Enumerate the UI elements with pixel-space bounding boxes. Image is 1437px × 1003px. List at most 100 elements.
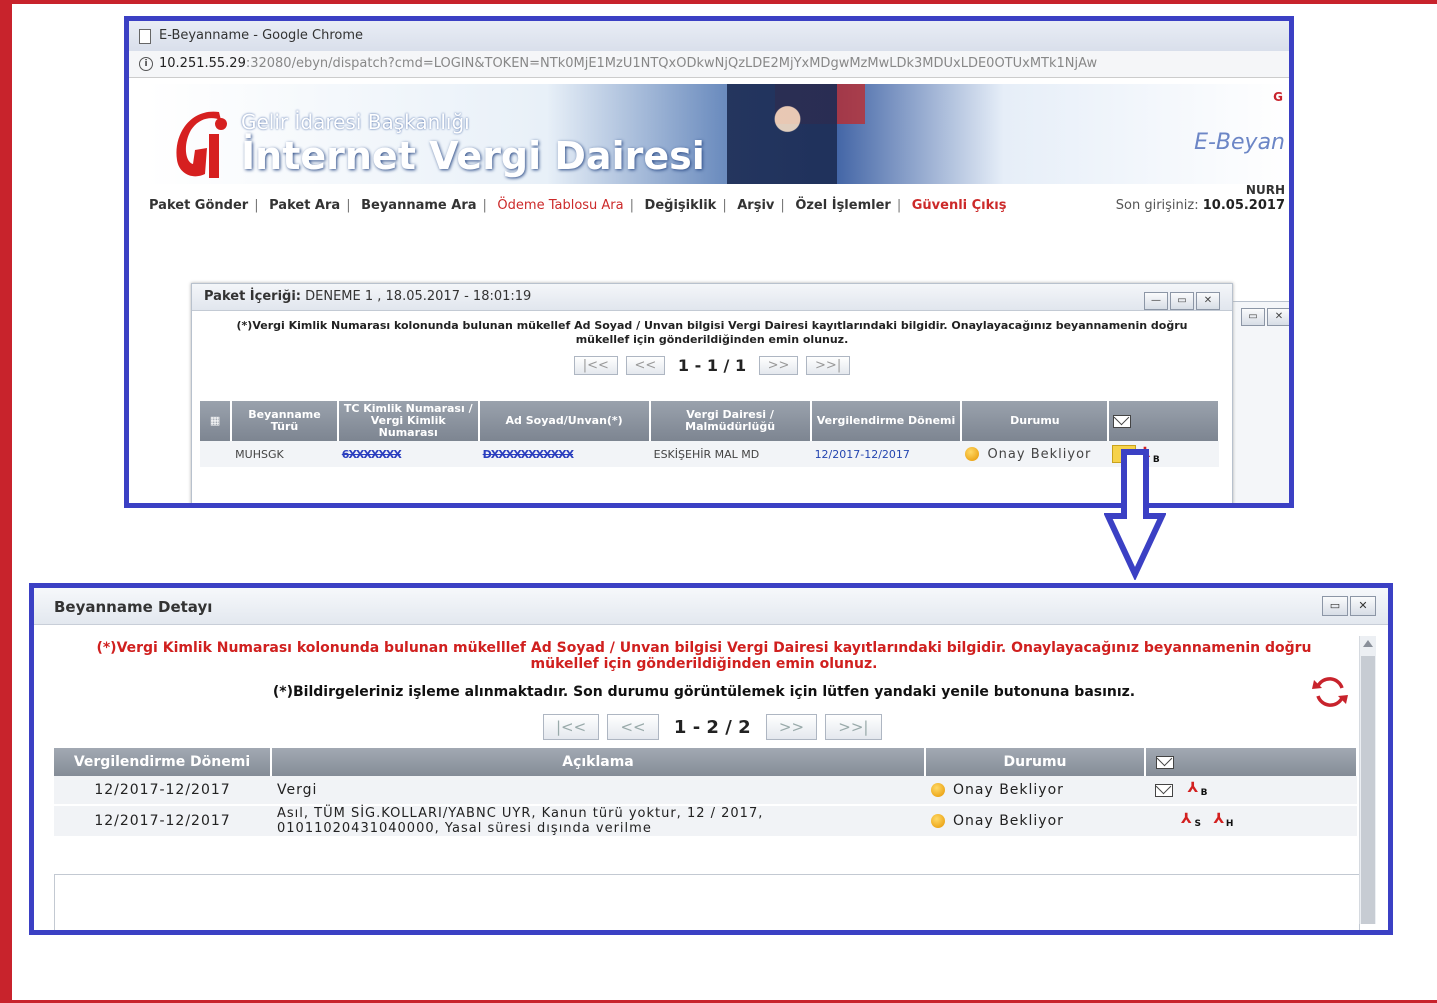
cell-status: Onay Bekliyor <box>953 812 1064 829</box>
vertical-scrollbar[interactable] <box>1359 636 1376 924</box>
pager-prev-button[interactable]: << <box>625 356 666 375</box>
site-banner: Gelir İdaresi Başkanlığı İnternet Vergi … <box>147 84 1289 184</box>
pager-next-button[interactable]: >> <box>765 714 818 740</box>
paket-dialog-header: Paket İçeriği: DENEME 1 , 18.05.2017 - 1… <box>192 284 1232 311</box>
pager-first-button[interactable]: |<< <box>543 714 600 740</box>
nav-arsiv[interactable]: Arşiv <box>737 198 774 213</box>
col-tckn: TC Kimlik Numarası / Vergi Kimlik Numara… <box>337 401 480 441</box>
pending-icon <box>931 782 945 797</box>
pager-first-button[interactable]: |<< <box>573 356 618 375</box>
nav-odeme-tablosu-ara[interactable]: Ödeme Tablosu Ara <box>497 198 623 213</box>
envelope-icon <box>1113 414 1132 428</box>
pager-last-button[interactable]: >>| <box>825 714 882 740</box>
detail-warning: (*)Vergi Kimlik Numarası kolonunda bulun… <box>96 640 1312 672</box>
detail-pager: |<< << 1 - 2 / 2 >> >>| <box>542 714 883 740</box>
background-dialog: ▭ ✕ <box>1224 301 1289 503</box>
banner-subtitle: Gelir İdaresi Başkanlığı <box>241 110 470 134</box>
nav-paket-gonder[interactable]: Paket Gönder <box>149 198 248 213</box>
browser-titlebar: E-Beyanname - Google Chrome <box>129 21 1289 51</box>
minimize-button[interactable]: — <box>1144 292 1168 310</box>
col-durumu: Durumu <box>925 748 1146 776</box>
url-path: :32080/ebyn/dispatch?cmd=LOGIN&TOKEN=NTk… <box>245 56 1098 71</box>
table-row[interactable]: MUHSGK 6XXXXXXX DXXXXXXXXXXX ESKİŞEHİR M… <box>200 441 1219 467</box>
bg-restore-button[interactable]: ▭ <box>1241 308 1265 326</box>
last-login-value: 10.05.2017 <box>1202 198 1285 213</box>
col-beyanname-turu: Beyanname Türü <box>231 401 339 441</box>
envelope-icon[interactable] <box>1155 783 1173 797</box>
address-bar[interactable]: i 10.251.55.29:32080/ebyn/dispatch?cmd=L… <box>129 51 1289 78</box>
pager-prev-button[interactable]: << <box>607 714 659 740</box>
col-aciklama: Açıklama <box>271 748 926 776</box>
close-button[interactable]: ✕ <box>1350 596 1376 616</box>
browser-window: E-Beyanname - Google Chrome i 10.251.55.… <box>124 16 1294 508</box>
pdf-s-icon[interactable]: ⅄ S <box>1181 812 1201 830</box>
nav-degisiklik[interactable]: Değişiklik <box>645 198 717 213</box>
pager-last-button[interactable]: >>| <box>806 356 851 375</box>
url-host: 10.251.55.29 <box>159 56 246 71</box>
detail-header: Beyanname Detayı ▭ ✕ <box>34 588 1388 625</box>
nav-ozel-islemler[interactable]: Özel İşlemler <box>795 198 891 213</box>
pager-page-indicator: 1 - 2 / 2 <box>673 716 751 738</box>
detail-table: Vergilendirme Dönemi Açıklama Durumu 12/… <box>54 748 1358 838</box>
cell-status: Onay Bekliyor <box>953 781 1064 798</box>
cell-period: 12/2017-12/2017 <box>54 776 271 806</box>
pager-page-indicator: 1 - 1 / 1 <box>677 356 747 375</box>
nav-guvenli-cikis[interactable]: Güvenli Çıkış <box>912 198 1007 213</box>
paket-window-buttons: — ▭ ✕ <box>1142 287 1220 313</box>
refresh-icon[interactable] <box>1310 674 1350 710</box>
col-vergilendirme-donemi: Vergilendirme Dönemi <box>54 748 272 776</box>
pdf-h-icon[interactable]: ⅄ H <box>1213 812 1233 830</box>
main-nav: Paket Gönder | Paket Ara | Beyanname Ara | … <box>149 198 1007 213</box>
col-vergi-dairesi: Vergi Dairesi / Malmüdürlüğü <box>649 401 812 441</box>
table-row[interactable]: 12/2017-12/2017 Vergi Onay Bekliyor ⅄ B <box>54 776 1357 806</box>
user-name: NURH <box>1245 183 1285 197</box>
down-arrow-icon <box>1104 449 1166 580</box>
close-button[interactable]: ✕ <box>1196 292 1220 310</box>
paket-dialog: Paket İçeriği: DENEME 1 , 18.05.2017 - 1… <box>191 283 1233 503</box>
maximize-button[interactable]: ▭ <box>1170 292 1194 310</box>
cell-tckn: 6XXXXXXX <box>341 447 402 461</box>
portrait-image <box>727 84 837 184</box>
scroll-thumb[interactable] <box>1361 656 1375 924</box>
paket-pager: |<< << 1 - 1 / 1 >> >>| <box>192 355 1232 375</box>
corner-text: G <box>1273 90 1283 104</box>
envelope-icon <box>1156 755 1174 769</box>
cell-status: Onay Bekliyor <box>987 446 1092 462</box>
col-ad-soyad: Ad Soyad/Unvan(*) <box>478 401 651 441</box>
pager-next-button[interactable]: >> <box>758 356 799 375</box>
detail-empty-area <box>54 874 1360 930</box>
beyanname-detay-dialog: Beyanname Detayı ▭ ✕ (*)Vergi Kimlik Numa… <box>29 583 1393 935</box>
last-login: Son girişiniz: 10.05.2017 <box>1116 198 1285 213</box>
nav-beyanname-ara[interactable]: Beyanname Ara <box>361 198 476 213</box>
table-row[interactable]: 12/2017-12/2017 Asıl, TÜM SİG.KOLLARI/YA… <box>54 805 1357 838</box>
bg-close-button[interactable]: ✕ <box>1267 308 1289 326</box>
row-checkbox-cell <box>200 441 232 467</box>
col-actions <box>1145 748 1358 776</box>
bg-window-buttons: ▭ ✕ <box>1239 304 1289 326</box>
detail-info: (*)Bildirgeleriniz işleme alınmaktadır. … <box>272 684 1136 700</box>
cell-office: ESKİŞEHİR MAL MD <box>649 441 811 467</box>
scroll-up-icon[interactable] <box>1363 640 1373 647</box>
cell-period-link[interactable]: 12/2017-12/2017 <box>815 448 910 461</box>
page-icon <box>139 29 151 44</box>
detail-window-buttons: ▭ ✕ <box>1320 594 1376 616</box>
gib-logo-icon <box>176 111 227 178</box>
info-icon[interactable]: i <box>139 57 153 71</box>
paket-title-value: DENEME 1 , 18.05.2017 - 18:01:19 <box>305 289 532 304</box>
select-all-checkbox[interactable]: ▦ <box>200 401 233 441</box>
browser-title: E-Beyanname - Google Chrome <box>159 28 364 43</box>
pdf-b-icon[interactable]: ⅄B <box>1187 781 1207 799</box>
cell-period: 12/2017-12/2017 <box>54 805 271 838</box>
cell-name: DXXXXXXXXXXX <box>482 447 574 461</box>
last-login-label: Son girişiniz: <box>1115 198 1199 213</box>
col-donem: Vergilendirme Dönemi <box>810 401 963 441</box>
cell-desc: Vergi <box>271 776 925 806</box>
paket-title-label: Paket İçeriği: <box>204 289 301 304</box>
nav-paket-ara[interactable]: Paket Ara <box>269 198 340 213</box>
restore-button[interactable]: ▭ <box>1322 596 1348 616</box>
pending-icon <box>931 813 945 828</box>
banner-title: İnternet Vergi Dairesi <box>241 134 705 178</box>
col-message <box>1108 401 1220 441</box>
app-name: E-Beyan <box>1194 130 1285 155</box>
paket-table: ▦ Beyanname Türü TC Kimlik Numarası / Ve… <box>200 401 1220 467</box>
